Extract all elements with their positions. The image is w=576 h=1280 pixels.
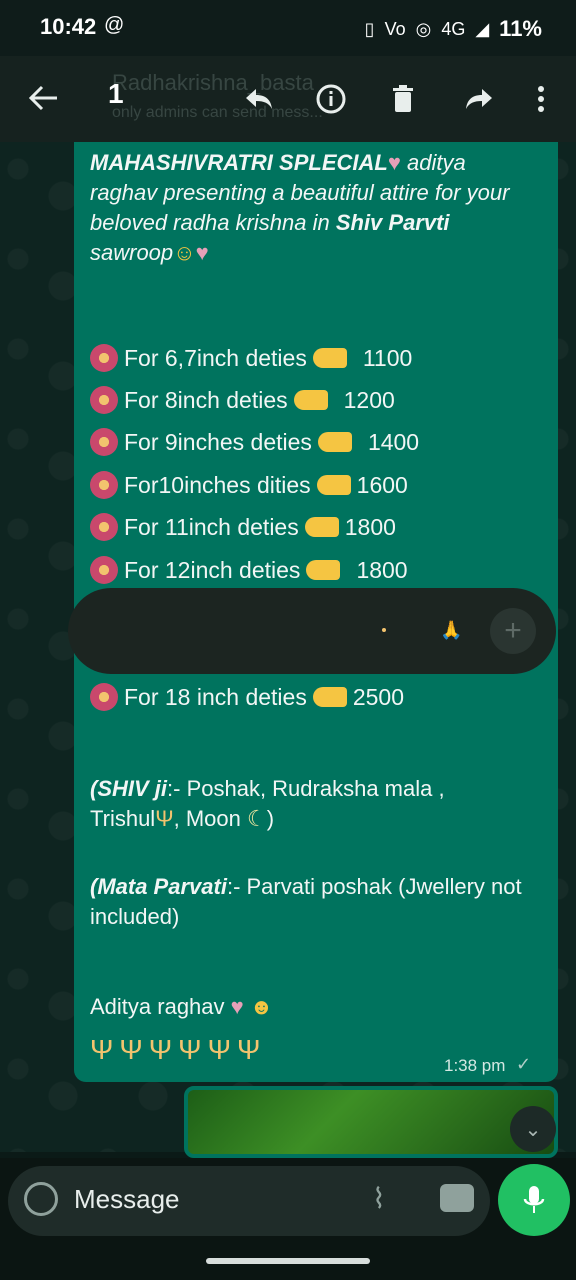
selection-toolbar: Radhakrishna_basta only admins can send … xyxy=(0,56,576,142)
price-value: 1600 xyxy=(356,471,408,498)
image-message-preview[interactable] xyxy=(184,1086,558,1158)
trident-row: ΨΨΨΨΨΨ xyxy=(90,1034,267,1065)
gift-heart-emoji: ♥ xyxy=(195,240,209,265)
price-label: For 6,7inch deties xyxy=(124,344,307,371)
read-check-icon: ✓ xyxy=(516,1054,532,1074)
hibiscus-icon xyxy=(90,471,118,499)
price-label: For 12inch deties xyxy=(124,556,301,583)
smile-emoji: ☺ xyxy=(173,240,196,265)
shiv-moon-text: , Moon xyxy=(173,806,247,831)
price-value: 1400 xyxy=(367,428,420,455)
close-paren: ) xyxy=(266,806,275,831)
hibiscus-icon xyxy=(90,556,118,584)
attach-icon[interactable]: ⌇ xyxy=(372,1182,386,1215)
hotspot-icon: ◎ xyxy=(415,18,432,39)
vibrate-icon: ▯ xyxy=(364,18,375,39)
price-line: For 8inch deties 1200 xyxy=(90,386,395,414)
battery-level: 11% xyxy=(499,16,542,41)
hibiscus-icon xyxy=(90,386,118,414)
party-emoji: ☻ xyxy=(249,994,273,1019)
trishul-icon: Ψ xyxy=(155,806,174,831)
pointing-hand-icon xyxy=(293,390,328,410)
message-input-placeholder[interactable]: Message xyxy=(74,1184,180,1215)
forward-icon[interactable] xyxy=(458,78,500,120)
pointing-hand-icon xyxy=(312,687,347,707)
hibiscus-icon xyxy=(90,513,118,541)
parvati-details: (Mata Parvati:- Parvati poshak (Jwellery… xyxy=(90,872,530,932)
volte-icon: Vo xyxy=(384,18,406,39)
praying-hands-icon[interactable]: 🙏 xyxy=(440,620,462,641)
price-label: For 11inch deties xyxy=(124,513,299,540)
threads-icon: @ xyxy=(104,14,125,36)
signature: Aditya raghav xyxy=(90,994,225,1019)
price-line: For 12inch deties 1800 xyxy=(90,556,408,584)
price-value: 1800 xyxy=(344,513,396,540)
signature-line: Aditya raghav ♥ ☻ xyxy=(90,992,530,1022)
emoji-icon[interactable] xyxy=(24,1182,58,1216)
price-line: For10inches dities 1600 xyxy=(90,471,408,499)
message-header: MAHASHIVRATRI SPLECIAL♥ aditya raghav pr… xyxy=(90,148,530,268)
message-time: 1:38 pm xyxy=(444,1056,506,1075)
pointing-hand-icon xyxy=(304,517,339,537)
chat-subtitle: only admins can send mess... xyxy=(112,104,323,121)
shiv-label: (SHIV ji xyxy=(90,776,168,801)
delete-icon[interactable] xyxy=(382,78,424,120)
price-label: For10inches dities xyxy=(124,471,311,498)
price-value: 1800 xyxy=(356,556,408,583)
network-label: 4G xyxy=(441,18,466,39)
hibiscus-icon xyxy=(90,428,118,456)
heart-emoji: ♥ xyxy=(387,150,401,175)
mic-button[interactable] xyxy=(498,1164,570,1236)
header-shiv: Shiv Parvti xyxy=(335,210,450,235)
price-value: 1200 xyxy=(343,386,395,413)
header-bold: MAHASHIVRATRI SPLECIAL xyxy=(90,150,388,175)
status-time: 10:42 xyxy=(40,14,97,39)
add-reaction-icon[interactable]: + xyxy=(490,608,536,654)
reaction-bar: 🙏 + xyxy=(68,588,556,674)
price-line: For 9inches deties 1400 xyxy=(90,428,419,456)
price-line: For 6,7inch deties 1100 xyxy=(90,344,412,372)
header-end: sawroop xyxy=(90,240,174,265)
chat-title: Radhakrishna_basta xyxy=(112,70,314,95)
heart-emoji: ♥ xyxy=(230,994,244,1019)
price-label: For 8inch deties xyxy=(124,386,288,413)
price-label: For 18 inch deties xyxy=(124,683,307,710)
signal-icon: ◢ xyxy=(475,18,490,39)
camera-icon[interactable] xyxy=(440,1184,474,1212)
gesture-navigation-bar[interactable] xyxy=(206,1258,370,1264)
more-options-icon[interactable] xyxy=(520,78,562,120)
hibiscus-icon xyxy=(90,683,118,711)
price-line: For 18 inch deties 2500 xyxy=(90,683,404,711)
selected-count: 1 xyxy=(108,78,124,109)
pointing-hand-icon xyxy=(317,432,352,452)
pointing-hand-icon xyxy=(306,560,341,580)
reply-icon[interactable] xyxy=(238,78,280,120)
reaction-dot xyxy=(382,628,386,632)
price-value: 2500 xyxy=(352,683,404,710)
back-arrow-icon[interactable] xyxy=(24,78,64,118)
price-line: For 11inch deties 1800 xyxy=(90,513,396,541)
price-label: For 9inches deties xyxy=(124,428,312,455)
pointing-hand-icon xyxy=(312,348,347,368)
status-icons: ▯ Vo ◎ 4G ◢ 11% xyxy=(365,16,542,42)
scroll-down-button[interactable]: ⌄ xyxy=(510,1106,556,1152)
mic-icon xyxy=(523,1186,545,1213)
moon-icon: ☾ xyxy=(246,806,267,831)
parvati-label: (Mata Parvati xyxy=(90,874,227,899)
status-bar: 10:42 @ ▯ Vo ◎ 4G ◢ 11% xyxy=(0,0,576,56)
pointing-hand-icon xyxy=(316,475,351,495)
hibiscus-icon xyxy=(90,344,118,372)
price-value: 1100 xyxy=(362,344,413,371)
shiv-details: (SHIV ji:- Poshak, Rudraksha mala , Tris… xyxy=(90,774,530,834)
info-icon[interactable] xyxy=(310,78,352,120)
